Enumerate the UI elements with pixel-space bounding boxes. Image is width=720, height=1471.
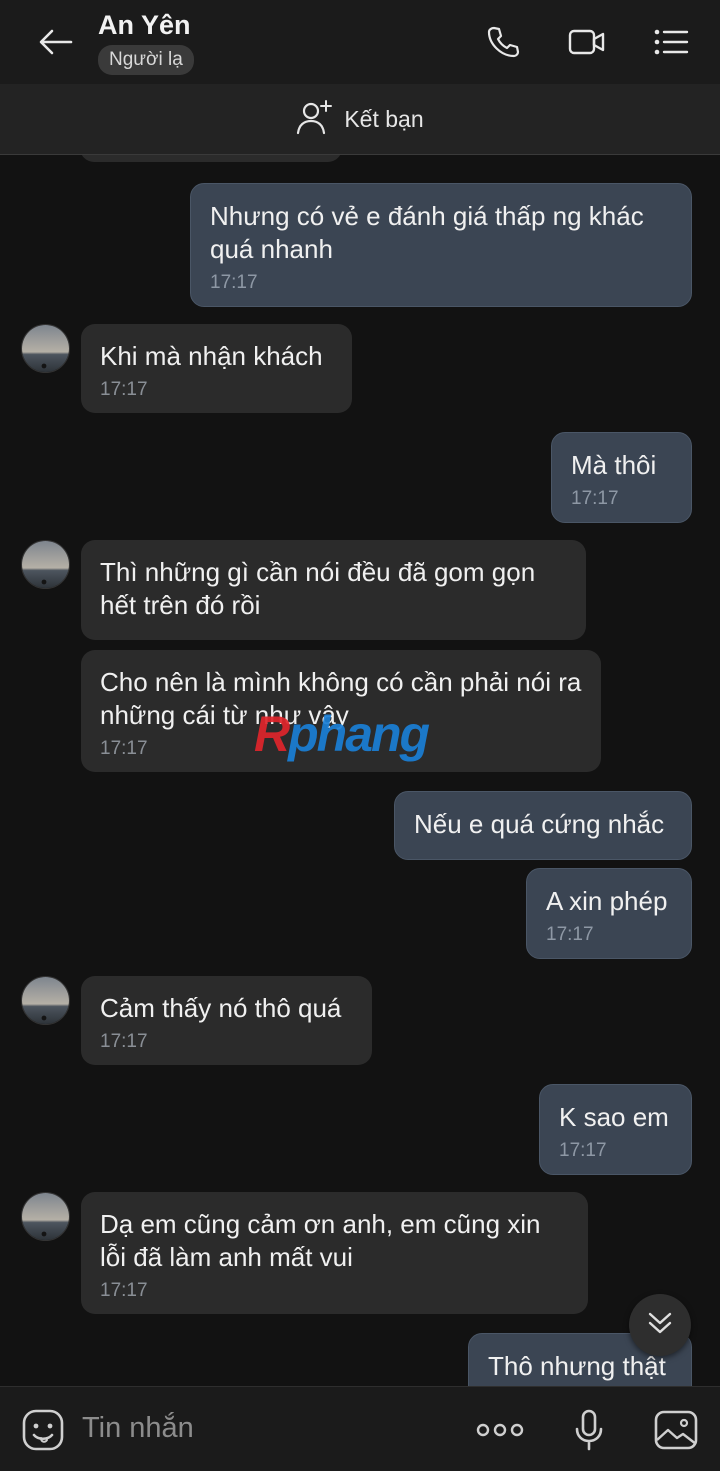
stranger-badge: Người lạ (98, 45, 194, 75)
message-time: 17:17 (100, 1031, 148, 1052)
message-bubble-outgoing[interactable]: A xin phép 17:17 (526, 868, 692, 959)
watermark-part2: phang (288, 706, 430, 762)
contact-name[interactable]: An Yên (98, 10, 191, 41)
message-text: Cảm thấy nó thô quá (100, 993, 342, 1023)
more-dots-icon[interactable] (476, 1407, 524, 1453)
message-list[interactable]: Nhưng có vẻ e đánh giá thấp ng khác quá … (0, 155, 720, 1386)
contact-avatar[interactable] (21, 976, 70, 1025)
message-bubble-outgoing[interactable]: K sao em 17:17 (539, 1084, 692, 1175)
message-time: 17:17 (210, 272, 258, 293)
image-gallery-icon[interactable] (653, 1407, 699, 1453)
contact-avatar[interactable] (21, 540, 70, 589)
message-text: Mà thôi (571, 450, 657, 480)
scroll-to-bottom-button[interactable] (629, 1294, 691, 1356)
message-bubble-incoming[interactable]: Dạ em cũng cảm ơn anh, em cũng xin lỗi đ… (81, 1192, 588, 1314)
message-time: 17:17 (571, 488, 619, 509)
message-input[interactable]: Tin nhắn (82, 1412, 194, 1445)
message-text: Thì những gì cần nói đều đã gom gọn hết … (100, 557, 536, 620)
message-text: K sao em (559, 1102, 669, 1132)
back-arrow-icon[interactable] (28, 20, 84, 64)
video-call-icon[interactable] (567, 22, 607, 62)
watermark-logo: Rphang (254, 705, 430, 763)
chat-header: An Yên Người lạ (0, 0, 720, 84)
message-text: Dạ em cũng cảm ơn anh, em cũng xin lỗi đ… (100, 1209, 541, 1272)
message-bubble-outgoing[interactable]: Mà thôi 17:17 (551, 432, 692, 523)
message-bubble-incoming[interactable]: Thì những gì cần nói đều đã gom gọn hết … (81, 540, 586, 640)
message-text: Nếu e quá cứng nhắc (414, 809, 665, 839)
message-bubble-outgoing[interactable]: Nếu e quá cứng nhắc (394, 791, 692, 860)
menu-list-icon[interactable] (651, 22, 691, 62)
contact-avatar[interactable] (21, 324, 70, 373)
message-bubble-incoming[interactable]: Khi mà nhận khách 17:17 (81, 324, 352, 413)
message-bubble-partial (80, 155, 342, 162)
double-chevron-down-icon (647, 1311, 673, 1340)
message-time: 17:17 (559, 1140, 607, 1161)
message-composer: Tin nhắn (0, 1386, 720, 1471)
sticker-icon[interactable] (20, 1407, 66, 1453)
microphone-icon[interactable] (566, 1407, 612, 1453)
message-bubble-incoming[interactable]: Cảm thấy nó thô quá 17:17 (81, 976, 372, 1065)
contact-avatar[interactable] (21, 1192, 70, 1241)
add-friend-bar[interactable]: Kết bạn (0, 84, 720, 155)
message-time: 17:17 (100, 1280, 148, 1301)
add-friend-label: Kết bạn (344, 105, 424, 132)
watermark-part1: R (254, 706, 290, 762)
message-time: 17:17 (100, 379, 148, 400)
message-time: 17:17 (546, 924, 594, 945)
message-text: Khi mà nhận khách (100, 341, 323, 371)
message-text: A xin phép (546, 886, 668, 916)
message-text: Nhưng có vẻ e đánh giá thấp ng khác quá … (210, 201, 644, 264)
message-text: Thô nhưng thật (488, 1351, 666, 1381)
add-friend-icon (296, 99, 334, 140)
phone-icon[interactable] (483, 22, 523, 62)
message-bubble-outgoing[interactable]: Nhưng có vẻ e đánh giá thấp ng khác quá … (190, 183, 692, 307)
